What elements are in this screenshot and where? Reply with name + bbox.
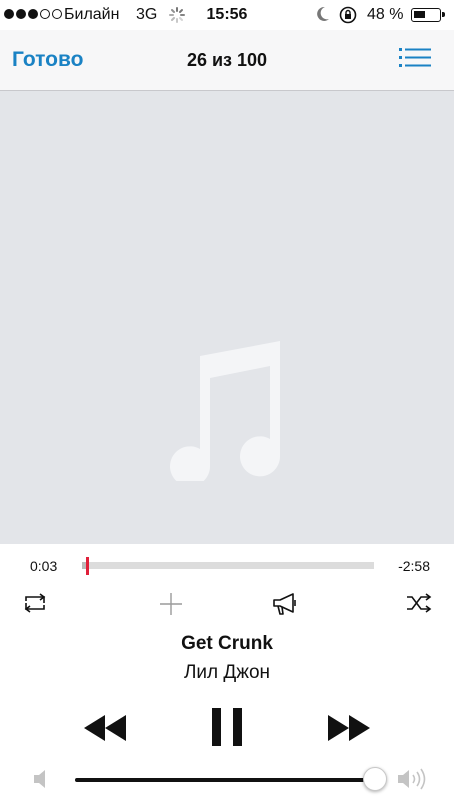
track-title: Get Crunk	[181, 633, 273, 654]
rewind-icon[interactable]	[84, 715, 126, 746]
volume-low-icon	[32, 768, 50, 795]
shuffle-icon[interactable]	[405, 592, 433, 619]
nav-bar: Готово 26 из 100	[0, 30, 454, 91]
battery-icon	[411, 8, 445, 22]
rotation-lock-icon	[338, 5, 358, 30]
fast-forward-icon[interactable]	[328, 715, 370, 746]
pause-icon[interactable]	[212, 708, 242, 751]
volume-row	[0, 762, 454, 798]
progress-row: 0:03 -2:58	[0, 552, 454, 582]
track-artist: Лил Джон	[183, 662, 271, 683]
repeat-icon[interactable]	[22, 592, 48, 619]
progress-track[interactable]	[82, 562, 374, 569]
playhead[interactable]	[85, 557, 89, 575]
volume-high-icon	[397, 768, 429, 795]
remaining-time: -2:58	[398, 558, 430, 574]
add-icon[interactable]	[159, 592, 183, 621]
transport-controls	[0, 704, 454, 754]
track-counter: 26 из 100	[186, 50, 268, 70]
music-note-icon	[170, 341, 281, 481]
elapsed-time: 0:03	[30, 558, 58, 574]
battery-percent: 48 %	[367, 6, 404, 23]
status-bar: Билайн 3G 15:56 48 %	[0, 0, 454, 30]
album-artwork	[0, 91, 454, 544]
share-megaphone-icon[interactable]	[271, 592, 299, 621]
volume-slider[interactable]	[75, 778, 375, 782]
moon-icon	[315, 5, 331, 28]
volume-knob[interactable]	[363, 767, 387, 791]
secondary-controls	[0, 588, 454, 624]
list-icon[interactable]	[395, 44, 435, 74]
